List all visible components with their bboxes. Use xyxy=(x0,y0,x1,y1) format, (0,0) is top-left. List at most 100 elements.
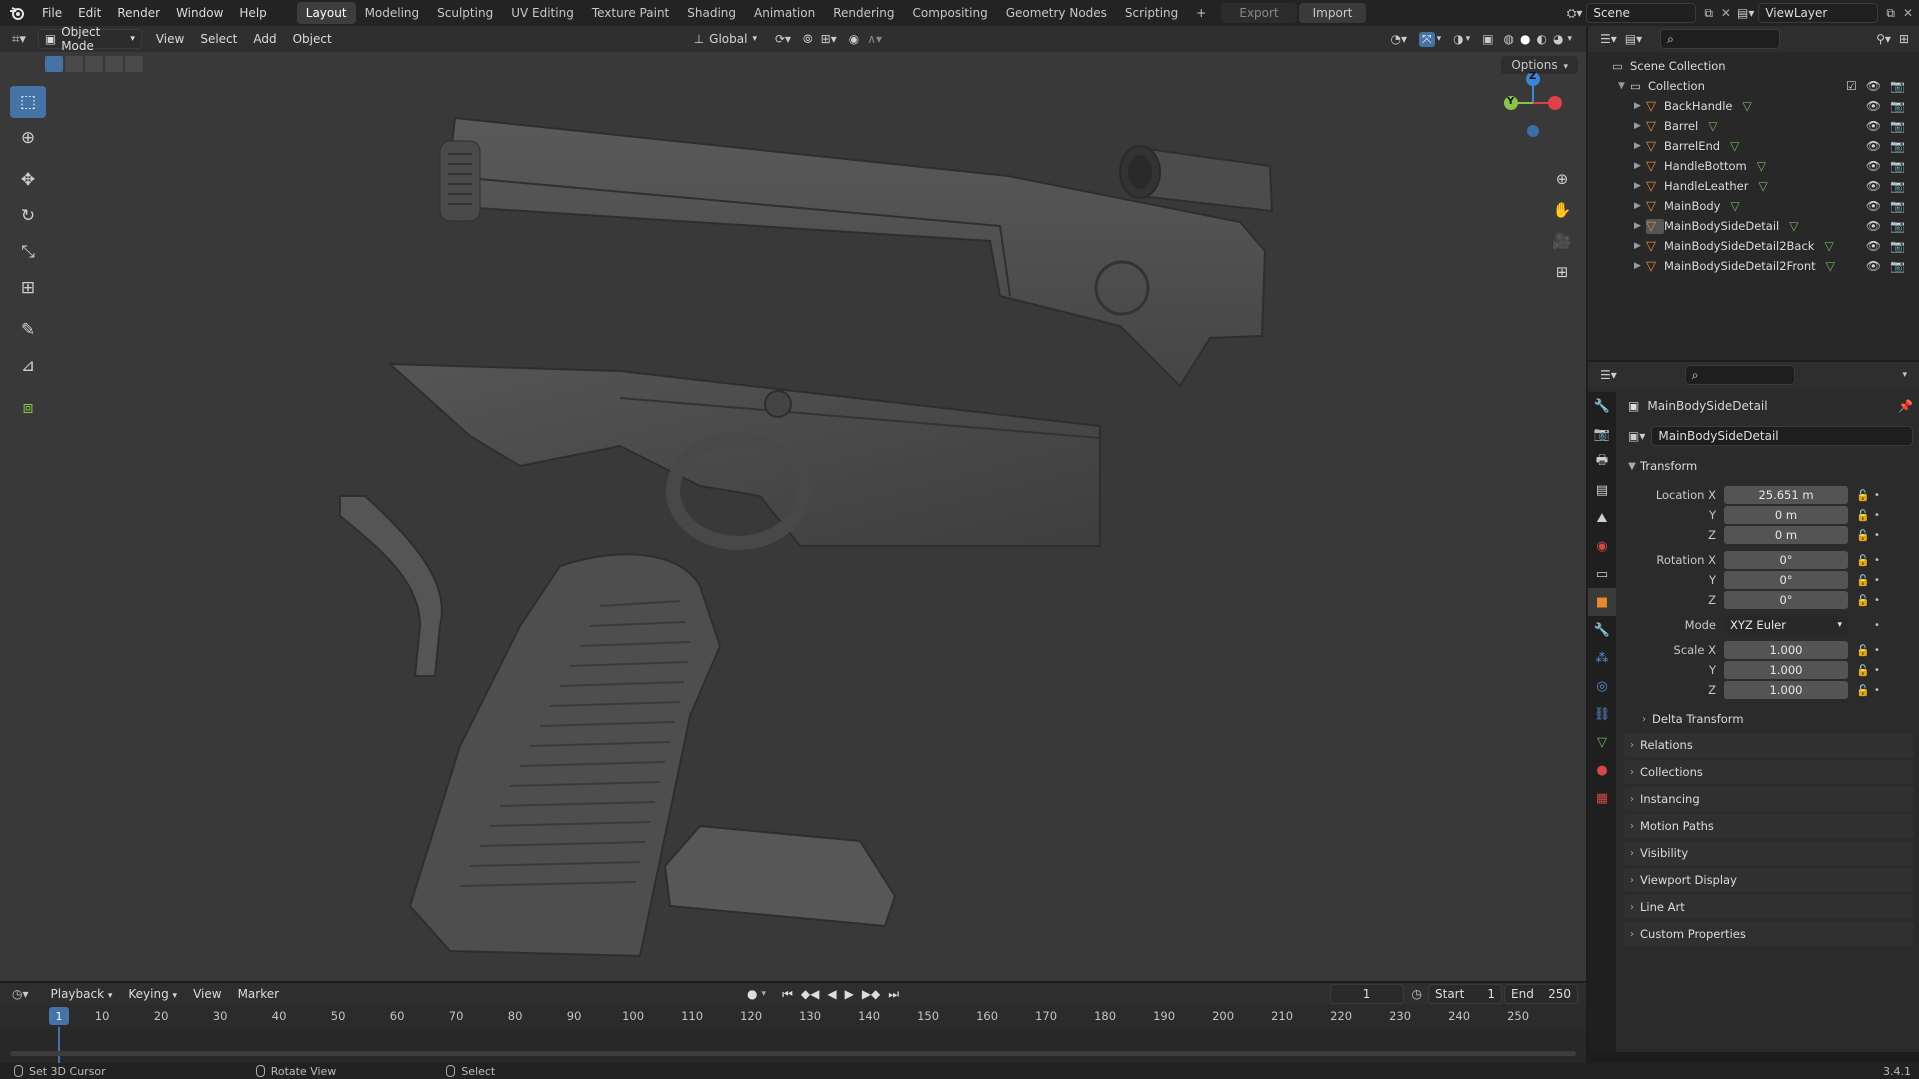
output-tab-icon[interactable]: 🖶 xyxy=(1588,448,1616,476)
lock-icon[interactable]: 🔓 xyxy=(1856,529,1870,542)
play-icon[interactable]: ▶ xyxy=(845,987,854,1001)
keyframe-dot-icon[interactable]: • xyxy=(1874,555,1880,566)
3d-viewport[interactable]: ⌗▾ ▣ Object Mode ▾ View Select Add Objec… xyxy=(0,26,1586,981)
outliner-search-input[interactable]: ⌕ xyxy=(1660,29,1781,49)
eye-icon[interactable]: 👁 xyxy=(1866,99,1881,113)
rotation-mode-dropdown[interactable]: XYZ Euler ▾ xyxy=(1724,616,1848,634)
timeline-menu-view[interactable]: View xyxy=(185,987,229,1001)
eye-icon[interactable]: 👁 xyxy=(1866,159,1881,173)
delta-transform-subpanel[interactable]: › Delta Transform xyxy=(1636,707,1914,731)
tab-geometry-nodes[interactable]: Geometry Nodes xyxy=(997,2,1116,24)
keyframe-dot-icon[interactable]: • xyxy=(1874,510,1880,521)
menu-window[interactable]: Window xyxy=(168,6,231,20)
clock-icon[interactable]: ◷ xyxy=(1412,987,1422,1001)
play-reverse-icon[interactable]: ◀ xyxy=(827,987,836,1001)
tab-texture-paint[interactable]: Texture Paint xyxy=(583,2,678,24)
tab-scripting[interactable]: Scripting xyxy=(1116,2,1187,24)
render-tab-icon[interactable]: 📷 xyxy=(1588,420,1616,448)
data-tab-icon[interactable]: ▽ xyxy=(1588,728,1616,756)
constraints-tab-icon[interactable]: ⛓ xyxy=(1588,700,1616,728)
add-workspace-button[interactable]: + xyxy=(1187,2,1215,24)
collections-panel-header[interactable]: › Collections xyxy=(1624,760,1914,784)
export-button[interactable]: Export xyxy=(1221,3,1297,23)
visibility-panel-header[interactable]: › Visibility xyxy=(1624,841,1914,865)
jump-start-icon[interactable]: ⏮ xyxy=(782,987,793,1002)
eye-icon[interactable]: 👁 xyxy=(1866,239,1881,253)
eye-icon[interactable]: 👁 xyxy=(1866,199,1881,213)
datablock-browse-icon[interactable]: ▣▾ xyxy=(1628,429,1645,443)
scene-selector[interactable]: ⛭▾ Scene ⧉ ✕ xyxy=(1567,3,1731,23)
scene-tab-icon[interactable]: ⛰ xyxy=(1588,504,1616,532)
expand-triangle-icon[interactable]: ▶ xyxy=(1634,101,1646,111)
outliner-item[interactable]: ▶ ▽ HandleBottom ▽ 👁 📷 xyxy=(1588,156,1919,176)
tab-sculpting[interactable]: Sculpting xyxy=(428,2,502,24)
camera-icon[interactable]: 📷 xyxy=(1890,179,1905,193)
instancing-panel-header[interactable]: › Instancing xyxy=(1624,787,1914,811)
relations-panel-header[interactable]: › Relations xyxy=(1624,733,1914,757)
texture-tab-icon[interactable]: ▦ xyxy=(1588,784,1616,812)
checkbox-icon[interactable]: ☑ xyxy=(1846,79,1857,93)
custom-properties-panel-header[interactable]: › Custom Properties xyxy=(1624,922,1914,946)
camera-icon[interactable]: 📷 xyxy=(1890,259,1905,273)
rotation-x-field[interactable]: 0° xyxy=(1724,551,1848,569)
location-x-field[interactable]: 25.651 m xyxy=(1724,486,1848,504)
camera-icon[interactable]: 📷 xyxy=(1890,159,1905,173)
properties-editor-icon[interactable]: ☰▾ xyxy=(1600,368,1617,382)
location-z-field[interactable]: 0 m xyxy=(1724,526,1848,544)
scale-x-field[interactable]: 1.000 xyxy=(1724,641,1848,659)
outliner-item[interactable]: ▶ ▽ BarrelEnd ▽ 👁 📷 xyxy=(1588,136,1919,156)
delete-view-layer-icon[interactable]: ✕ xyxy=(1903,6,1913,20)
properties-search-input[interactable]: ⌕ xyxy=(1684,365,1795,385)
import-button[interactable]: Import xyxy=(1298,3,1367,23)
tab-layout[interactable]: Layout xyxy=(296,2,356,24)
eye-icon[interactable]: 👁 xyxy=(1866,79,1881,93)
lock-icon[interactable]: 🔓 xyxy=(1856,489,1870,502)
mesh-data-icon[interactable]: ▽ xyxy=(1758,179,1767,193)
mesh-data-icon[interactable]: ▽ xyxy=(1742,99,1751,113)
tab-uv-editing[interactable]: UV Editing xyxy=(502,2,583,24)
keyframe-dot-icon[interactable]: • xyxy=(1874,685,1880,696)
expand-triangle-icon[interactable]: ▼ xyxy=(1618,81,1630,91)
scale-z-field[interactable]: 1.000 xyxy=(1724,681,1848,699)
playhead[interactable]: 1 xyxy=(49,1007,69,1025)
rotation-z-field[interactable]: 0° xyxy=(1724,591,1848,609)
physics-tab-icon[interactable]: ◎ xyxy=(1588,672,1616,700)
end-frame-field[interactable]: End 250 xyxy=(1504,984,1578,1004)
keyframe-dot-icon[interactable]: • xyxy=(1874,490,1880,501)
keyframe-dot-icon[interactable]: • xyxy=(1874,595,1880,606)
menu-help[interactable]: Help xyxy=(231,6,274,20)
tab-rendering[interactable]: Rendering xyxy=(824,2,903,24)
collection-tab-icon[interactable]: ▭ xyxy=(1588,560,1616,588)
lock-icon[interactable]: 🔓 xyxy=(1856,554,1870,567)
mesh-data-icon[interactable]: ▽ xyxy=(1708,119,1717,133)
tab-shading[interactable]: Shading xyxy=(678,2,745,24)
timeline-menu-keying[interactable]: Keying ▾ xyxy=(120,987,185,1001)
prev-keyframe-icon[interactable]: ◆◀ xyxy=(801,987,819,1001)
view-layer-selector[interactable]: ▤▾ ViewLayer ⧉ ✕ xyxy=(1737,3,1913,23)
lock-icon[interactable]: 🔓 xyxy=(1856,594,1870,607)
rotation-y-field[interactable]: 0° xyxy=(1724,571,1848,589)
eye-icon[interactable]: 👁 xyxy=(1866,179,1881,193)
keyframe-dot-icon[interactable]: • xyxy=(1874,645,1880,656)
timeline-scrollbar[interactable] xyxy=(10,1051,1576,1056)
mesh-data-icon[interactable]: ▽ xyxy=(1826,259,1835,273)
camera-icon[interactable]: 📷 xyxy=(1890,99,1905,113)
material-tab-icon[interactable]: ● xyxy=(1588,756,1616,784)
keyframe-dot-icon[interactable]: • xyxy=(1874,620,1880,631)
lock-icon[interactable]: 🔓 xyxy=(1856,684,1870,697)
mesh-data-icon[interactable]: ▽ xyxy=(1757,159,1766,173)
keyframe-dot-icon[interactable]: • xyxy=(1874,530,1880,541)
camera-icon[interactable]: 📷 xyxy=(1890,239,1905,253)
particles-tab-icon[interactable]: ⁂ xyxy=(1588,644,1616,672)
tool-tab-icon[interactable]: 🔧 xyxy=(1588,392,1616,420)
camera-icon[interactable]: 📷 xyxy=(1890,219,1905,233)
new-view-layer-icon[interactable]: ⧉ xyxy=(1886,6,1895,21)
outliner-item-active[interactable]: ▶ ▽ MainBodySideDetail ▽ 👁 📷 xyxy=(1588,216,1919,236)
outliner-item[interactable]: ▶ ▽ BackHandle ▽ 👁 📷 xyxy=(1588,96,1919,116)
outliner-item[interactable]: ▶ ▽ MainBody ▽ 👁 📷 xyxy=(1588,196,1919,216)
mesh-data-icon[interactable]: ▽ xyxy=(1824,239,1833,253)
outliner-editor-icon[interactable]: ☰▾ xyxy=(1600,32,1617,46)
outliner-scene-collection[interactable]: ▭ Scene Collection xyxy=(1588,56,1919,76)
outliner-item[interactable]: ▶ ▽ MainBodySideDetail2Front ▽ 👁 📷 xyxy=(1588,256,1919,276)
line-art-panel-header[interactable]: › Line Art xyxy=(1624,895,1914,919)
